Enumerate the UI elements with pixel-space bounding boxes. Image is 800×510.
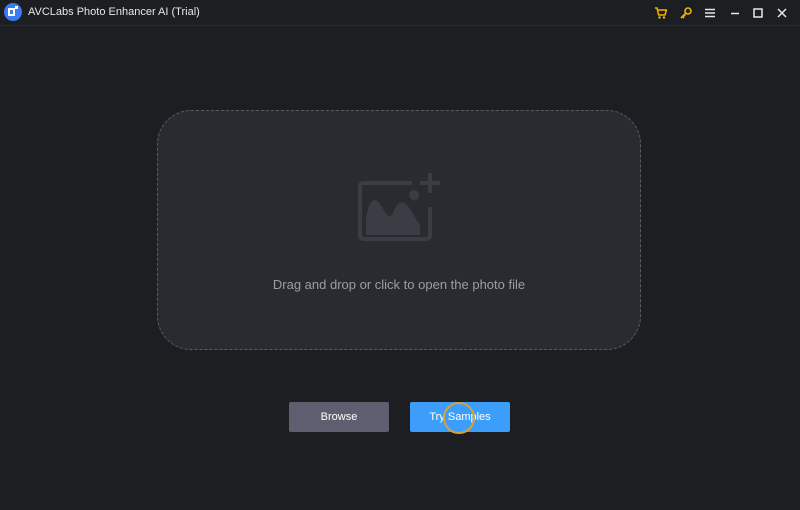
add-photo-icon (358, 173, 440, 241)
app-logo-icon (4, 3, 22, 21)
maximize-icon[interactable] (749, 4, 767, 22)
try-samples-button[interactable]: Try Samples (410, 402, 510, 432)
key-icon[interactable] (677, 4, 695, 22)
close-icon[interactable] (773, 4, 791, 22)
cart-icon[interactable] (652, 4, 670, 22)
window-title: AVCLabs Photo Enhancer AI (Trial) (28, 6, 200, 18)
minimize-icon[interactable] (726, 4, 744, 22)
title-bar: AVCLabs Photo Enhancer AI (Trial) (0, 0, 800, 26)
menu-icon[interactable] (701, 4, 719, 22)
browse-button[interactable]: Browse (289, 402, 389, 432)
photo-drop-zone[interactable]: Drag and drop or click to open the photo… (157, 110, 641, 350)
drop-hint-text: Drag and drop or click to open the photo… (272, 277, 526, 292)
